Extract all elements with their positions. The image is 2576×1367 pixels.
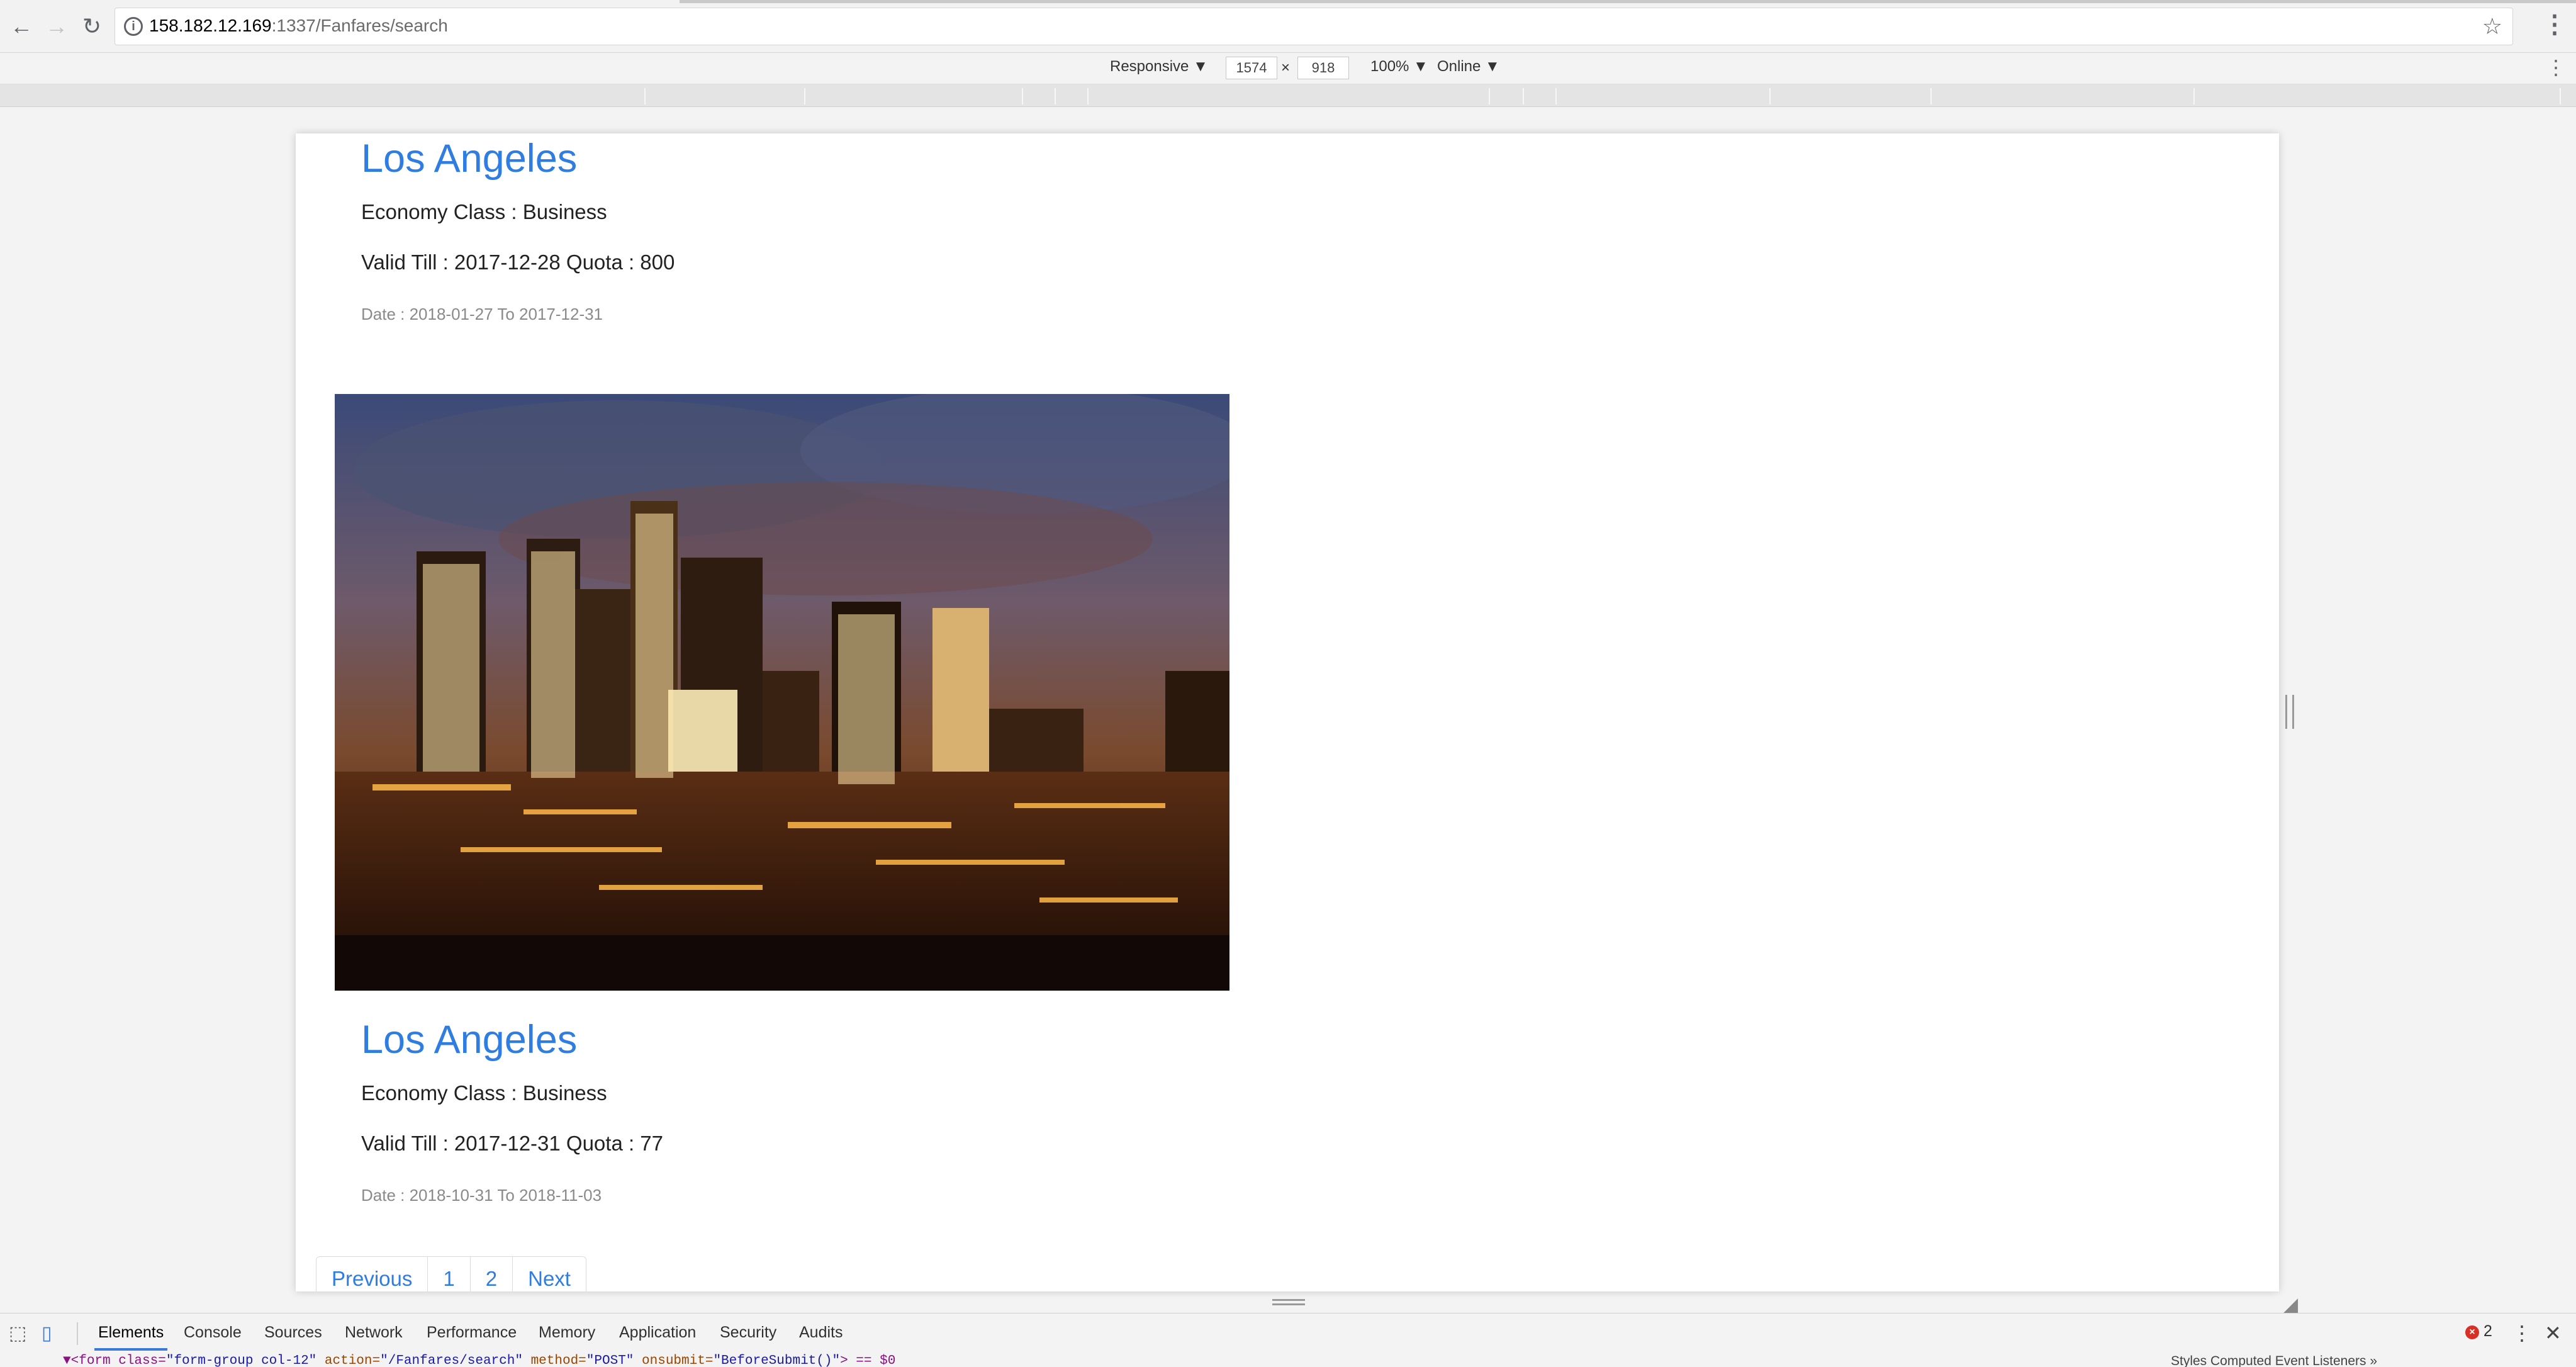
tab-network[interactable]: Network [345, 1324, 403, 1342]
browser-menu-icon[interactable]: ⋮ [2542, 10, 2567, 39]
pagination-page-1[interactable]: 1 [428, 1257, 471, 1291]
address-bar[interactable]: i 158.182.12.169:1337/Fanfares/search ☆ [115, 8, 2513, 45]
tab-console[interactable]: Console [184, 1324, 242, 1342]
city-title-link[interactable]: Los Angeles [361, 1017, 577, 1062]
los-angeles-skyline-photo[interactable] [335, 394, 1229, 991]
result-1-economy-class: Economy Class : Business [361, 200, 607, 223]
loading-bar [680, 0, 2576, 3]
devtools-menu-icon[interactable]: ⋮ [2512, 1321, 2532, 1345]
bookmark-star-icon[interactable]: ☆ [2482, 13, 2502, 40]
tab-audits[interactable]: Audits [799, 1324, 843, 1342]
styles-pane-tabs[interactable]: Styles Computed Event Listeners » [2171, 1354, 2377, 1367]
zoom-dropdown[interactable]: 100% ▼ [1370, 58, 1428, 76]
devtools-close-icon[interactable]: ✕ [2545, 1321, 2562, 1345]
viewport-resize-right-handle[interactable] [2285, 695, 2294, 729]
tab-elements[interactable]: Elements [94, 1324, 168, 1351]
code-onsubmit: "BeforeSubmit()" [713, 1354, 841, 1367]
media-query-marker[interactable] [1523, 88, 1524, 104]
city-skyline-image [335, 394, 1229, 991]
media-query-marker[interactable] [1022, 88, 1023, 104]
code-method-attr: method= [522, 1354, 586, 1367]
code-tail: > == $0 [840, 1354, 896, 1367]
media-query-marker[interactable] [2193, 88, 2195, 104]
selected-dom-node[interactable]: ▼<form class="form-group col-12" action=… [63, 1354, 895, 1367]
emulated-viewport: Los Angeles Economy Class : Business Val… [296, 133, 2279, 1291]
device-dropdown[interactable]: Responsive ▼ [1110, 58, 1208, 76]
result-2-economy-class: Economy Class : Business [361, 1081, 607, 1105]
result-1-valid-quota: Valid Till : 2017-12-28 Quota : 800 [361, 250, 675, 274]
media-query-bar[interactable] [0, 84, 2576, 107]
tab-sources[interactable]: Sources [264, 1324, 322, 1342]
inspect-element-icon[interactable]: ⬚ [9, 1322, 26, 1344]
device-toolbar: Responsive ▼ 1574 × 918 100% ▼ Online ▼ … [0, 53, 2576, 84]
error-count: 2 [2483, 1322, 2492, 1340]
result-2-title[interactable]: Los Angeles [361, 1017, 577, 1062]
result-2-date: Date : 2018-10-31 To 2018-11-03 [361, 1186, 602, 1205]
code-class: "form-group col-12" [165, 1354, 317, 1367]
viewport-height-input[interactable]: 918 [1297, 57, 1349, 79]
dimension-separator: × [1281, 59, 1291, 76]
forward-arrow-icon[interactable]: → [42, 11, 72, 42]
media-query-marker[interactable] [644, 88, 646, 104]
pagination: Previous 1 2 Next [316, 1256, 586, 1291]
viewport-resize-bottom-handle[interactable] [1272, 1299, 1305, 1305]
media-query-marker[interactable] [1930, 88, 1932, 104]
error-counter[interactable]: × 2 [2465, 1322, 2492, 1341]
error-icon: × [2465, 1325, 2479, 1339]
tab-performance[interactable]: Performance [427, 1324, 517, 1342]
devtools-panel: ⬚ ▯ Elements Console Sources Network Per… [0, 1313, 2576, 1367]
media-query-marker[interactable] [1769, 88, 1771, 104]
network-throttle-dropdown[interactable]: Online ▼ [1437, 58, 1500, 76]
device-toggle-icon[interactable]: ▯ [42, 1322, 52, 1344]
code-method: "POST" [586, 1354, 634, 1367]
result-1-date: Date : 2018-01-27 To 2017-12-31 [361, 305, 603, 323]
city-title-link[interactable]: Los Angeles [361, 136, 577, 181]
url-host: 158.182.12.169 [149, 16, 272, 35]
pagination-previous[interactable]: Previous [316, 1257, 428, 1291]
media-query-marker[interactable] [804, 88, 805, 104]
tab-security[interactable]: Security [720, 1324, 776, 1342]
back-arrow-icon[interactable]: ← [6, 11, 36, 42]
browser-toolbar: ← → ↻ i 158.182.12.169:1337/Fanfares/sea… [0, 0, 2576, 53]
viewport-width-input[interactable]: 1574 [1226, 57, 1277, 79]
media-query-marker[interactable] [2560, 88, 2561, 104]
media-query-marker[interactable] [1055, 88, 1056, 104]
pagination-page-2[interactable]: 2 [471, 1257, 513, 1291]
media-query-marker[interactable] [1087, 88, 1089, 104]
code-action-attr: action= [316, 1354, 381, 1367]
pagination-next[interactable]: Next [513, 1257, 586, 1291]
device-toolbar-menu-icon[interactable]: ⋮ [2546, 55, 2566, 79]
result-1-title[interactable]: Los Angeles [361, 136, 577, 181]
url-text[interactable]: 158.182.12.169:1337/Fanfares/search [149, 16, 448, 36]
media-query-marker[interactable] [1489, 88, 1490, 104]
toolbar-divider [77, 1322, 78, 1345]
result-2-valid-quota: Valid Till : 2017-12-31 Quota : 77 [361, 1132, 664, 1155]
code-action: "/Fanfares/search" [380, 1354, 523, 1367]
code-tag: <form class= [70, 1354, 166, 1367]
media-query-marker[interactable] [1555, 88, 1557, 104]
tab-memory[interactable]: Memory [539, 1324, 595, 1342]
reload-icon[interactable]: ↻ [77, 11, 107, 42]
tab-application[interactable]: Application [619, 1324, 696, 1342]
info-icon[interactable]: i [124, 17, 143, 36]
url-path: :1337/Fanfares/search [271, 16, 448, 35]
code-onsubmit-attr: onsubmit= [634, 1354, 714, 1367]
